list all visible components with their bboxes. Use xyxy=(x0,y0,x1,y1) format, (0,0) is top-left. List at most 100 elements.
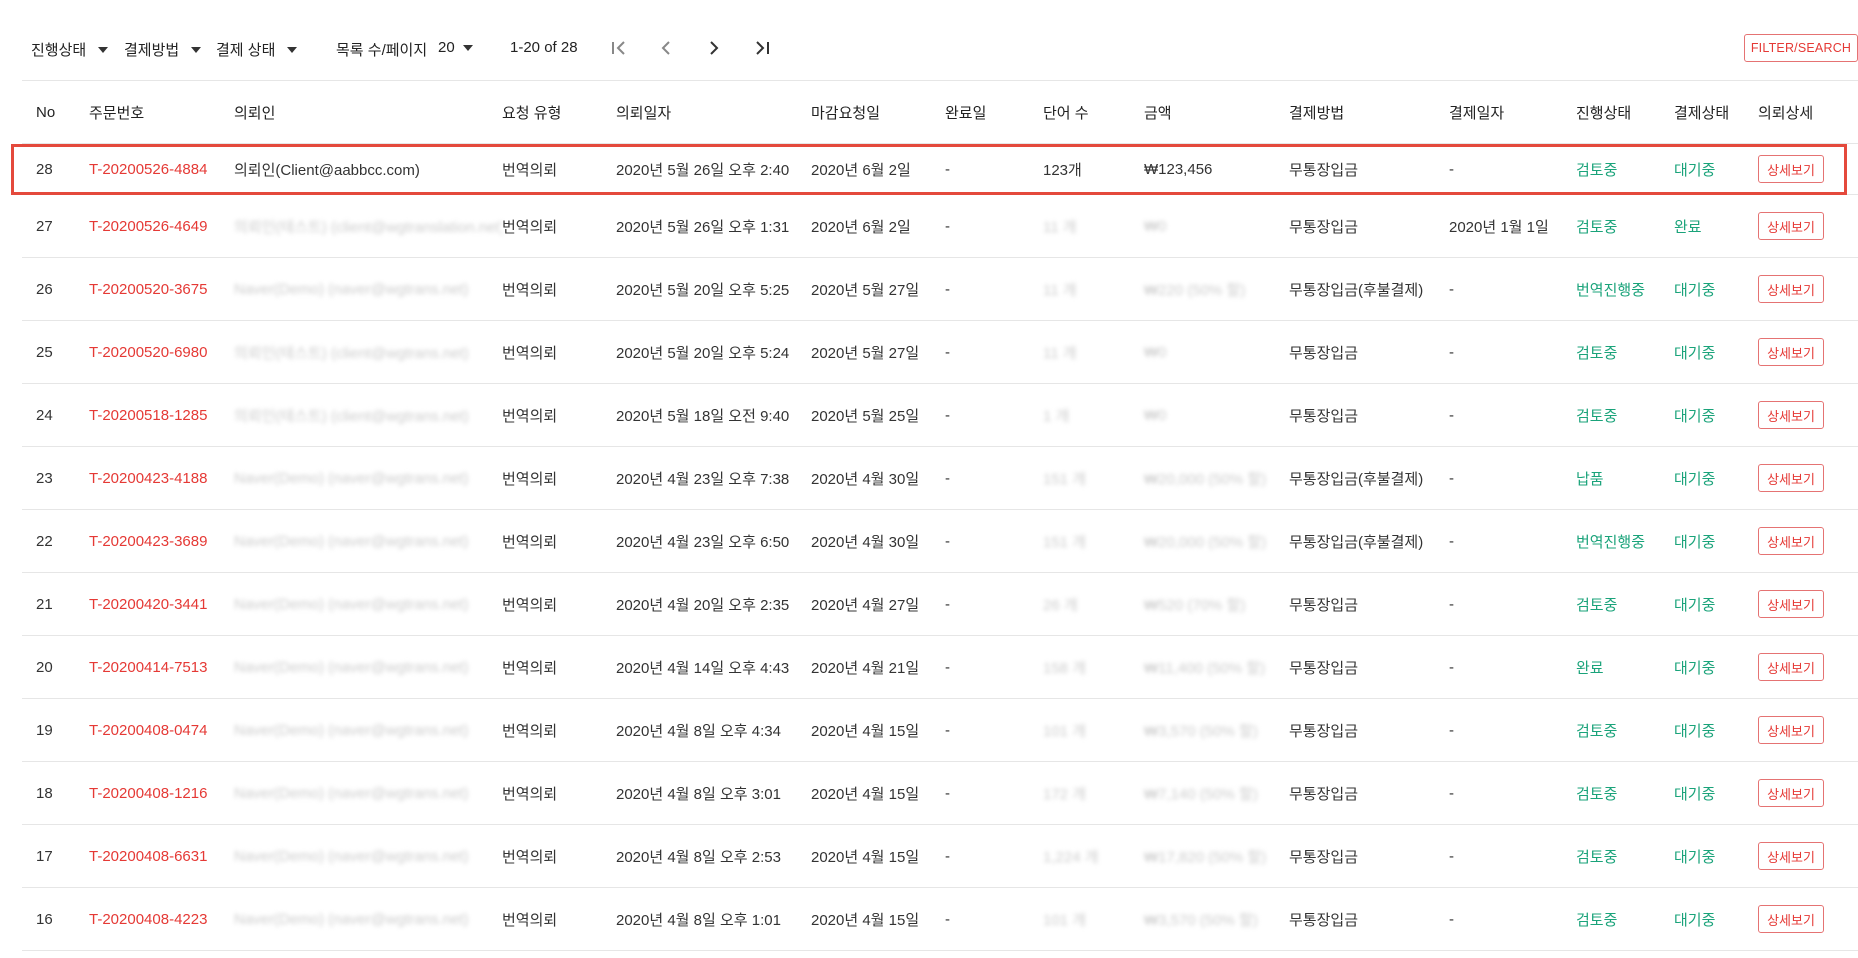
table-row[interactable]: 22 T-20200423-3689 Naver(Demo) (naver@wgtr… xyxy=(22,509,1858,573)
completed-date: - xyxy=(945,761,1043,825)
word-count: 151 개 xyxy=(1043,446,1144,510)
amount: ₩123,456 xyxy=(1144,143,1289,195)
deadline-date: 2020년 6월 2일 xyxy=(811,194,945,258)
client-name: Naver(Demo) (naver@wgtrans.net) xyxy=(234,572,502,636)
view-detail-button[interactable]: 상세보기 xyxy=(1758,338,1824,366)
deadline-date: 2020년 5월 27일 xyxy=(811,320,945,384)
view-detail-button[interactable]: 상세보기 xyxy=(1758,155,1824,183)
request-date: 2020년 4월 8일 오후 2:53 xyxy=(616,824,811,888)
request-type: 번역의뢰 xyxy=(502,446,616,510)
order-number[interactable]: T-20200420-3441 xyxy=(89,572,234,636)
view-detail-button[interactable]: 상세보기 xyxy=(1758,401,1824,429)
request-type: 번역의뢰 xyxy=(502,698,616,762)
row-no: 20 xyxy=(22,635,89,699)
header-payment-status: 결제상태 xyxy=(1674,80,1758,144)
view-detail-button[interactable]: 상세보기 xyxy=(1758,716,1824,744)
payment-date: - xyxy=(1449,572,1576,636)
view-detail-button[interactable]: 상세보기 xyxy=(1758,527,1824,555)
client-name: 의뢰인(테스트) (client@wgtranslation.net) xyxy=(234,194,502,258)
deadline-date: 2020년 6월 2일 xyxy=(811,143,945,195)
table-row[interactable]: 24 T-20200518-1285 의뢰인(테스트) (client@wgtran… xyxy=(22,383,1858,447)
request-type: 번역의뢰 xyxy=(502,824,616,888)
order-number[interactable]: T-20200408-4223 xyxy=(89,887,234,951)
pagination-range: 1-20 of 28 xyxy=(510,39,578,56)
view-detail-button[interactable]: 상세보기 xyxy=(1758,275,1824,303)
order-number[interactable]: T-20200423-3689 xyxy=(89,509,234,573)
amount: ₩20,000 (50% 할) xyxy=(1144,509,1289,573)
payment-method: 무통장입금 xyxy=(1289,635,1449,699)
request-date: 2020년 4월 14일 오후 4:43 xyxy=(616,635,811,699)
payment-status: 대기중 xyxy=(1674,887,1758,951)
payment-date: - xyxy=(1449,143,1576,195)
order-number[interactable]: T-20200526-4884 xyxy=(89,143,234,195)
payment-method: 무통장입금 xyxy=(1289,383,1449,447)
payment-method-filter[interactable]: 결제방법 xyxy=(124,39,202,60)
progress-status-filter[interactable]: 진행상태 xyxy=(31,39,109,60)
table-row[interactable]: 18 T-20200408-1216 Naver(Demo) (naver@wgtr… xyxy=(22,761,1858,825)
order-number[interactable]: T-20200518-1285 xyxy=(89,383,234,447)
request-detail-cell: 상세보기 xyxy=(1758,698,1858,762)
order-number[interactable]: T-20200408-0474 xyxy=(89,698,234,762)
amount: ₩220 (50% 할) xyxy=(1144,257,1289,321)
table-row[interactable]: 17 T-20200408-6631 Naver(Demo) (naver@wgtr… xyxy=(22,824,1858,888)
view-detail-button[interactable]: 상세보기 xyxy=(1758,464,1824,492)
client-name: Naver(Demo) (naver@wgtrans.net) xyxy=(234,509,502,573)
order-number[interactable]: T-20200520-6980 xyxy=(89,320,234,384)
request-date: 2020년 5월 20일 오후 5:24 xyxy=(616,320,811,384)
filter-search-button[interactable]: FILTER/SEARCH xyxy=(1744,34,1858,62)
request-type: 번역의뢰 xyxy=(502,887,616,951)
table-row[interactable]: 27 T-20200526-4649 의뢰인(테스트) (client@wgtran… xyxy=(22,194,1858,258)
request-type: 번역의뢰 xyxy=(502,635,616,699)
previous-page-icon[interactable] xyxy=(654,36,678,60)
toolbar: 진행상태 결제방법 결제 상태 목록 수/페이지 20 1-20 of 28 F… xyxy=(0,0,1858,80)
page-size-select[interactable]: 20 xyxy=(438,39,473,56)
table-row[interactable]: 23 T-20200423-4188 Naver(Demo) (naver@wgtr… xyxy=(22,446,1858,510)
payment-date: - xyxy=(1449,257,1576,321)
table-row[interactable]: 16 T-20200408-4223 Naver(Demo) (naver@wgtr… xyxy=(22,887,1858,951)
payment-status-filter[interactable]: 결제 상태 xyxy=(216,39,298,60)
client-name: Naver(Demo) (naver@wgtrans.net) xyxy=(234,635,502,699)
progress-status-filter-label: 진행상태 xyxy=(31,42,87,59)
last-page-icon[interactable] xyxy=(750,36,774,60)
order-number[interactable]: T-20200520-3675 xyxy=(89,257,234,321)
request-type: 번역의뢰 xyxy=(502,383,616,447)
progress-status: 검토중 xyxy=(1576,320,1674,384)
row-no: 28 xyxy=(22,143,89,195)
request-date: 2020년 4월 23일 오후 7:38 xyxy=(616,446,811,510)
view-detail-button[interactable]: 상세보기 xyxy=(1758,779,1824,807)
next-page-icon[interactable] xyxy=(702,36,726,60)
word-count: 151 개 xyxy=(1043,509,1144,573)
payment-status-filter-label: 결제 상태 xyxy=(216,42,276,59)
table-header-row: No 주문번호 의뢰인 요청 유형 의뢰일자 마감요청일 완료일 단어 수 금액 결제방법 결제일자… xyxy=(22,80,1858,144)
completed-date: - xyxy=(945,509,1043,573)
order-number[interactable]: T-20200423-4188 xyxy=(89,446,234,510)
order-number[interactable]: T-20200408-1216 xyxy=(89,761,234,825)
header-request-detail: 의뢰상세 xyxy=(1758,80,1858,144)
table-row[interactable]: 28 T-20200526-4884 의뢰인(Client@aabbcc.com) 번… xyxy=(22,143,1858,195)
table-row[interactable]: 26 T-20200520-3675 Naver(Demo) (naver@wgtr… xyxy=(22,257,1858,321)
amount: ₩0 xyxy=(1144,320,1289,384)
deadline-date: 2020년 4월 21일 xyxy=(811,635,945,699)
view-detail-button[interactable]: 상세보기 xyxy=(1758,212,1824,240)
table-row[interactable]: 20 T-20200414-7513 Naver(Demo) (naver@wgtr… xyxy=(22,635,1858,699)
table-row[interactable]: 21 T-20200420-3441 Naver(Demo) (naver@wgtr… xyxy=(22,572,1858,636)
payment-date: - xyxy=(1449,698,1576,762)
word-count: 1 개 xyxy=(1043,383,1144,447)
view-detail-button[interactable]: 상세보기 xyxy=(1758,905,1824,933)
amount: ₩520 (70% 할) xyxy=(1144,572,1289,636)
deadline-date: 2020년 4월 30일 xyxy=(811,446,945,510)
order-number[interactable]: T-20200526-4649 xyxy=(89,194,234,258)
payment-method: 무통장입금(후불결제) xyxy=(1289,257,1449,321)
table-row[interactable]: 19 T-20200408-0474 Naver(Demo) (naver@wgtr… xyxy=(22,698,1858,762)
request-detail-cell: 상세보기 xyxy=(1758,320,1858,384)
order-number[interactable]: T-20200414-7513 xyxy=(89,635,234,699)
view-detail-button[interactable]: 상세보기 xyxy=(1758,653,1824,681)
first-page-icon[interactable] xyxy=(607,36,631,60)
view-detail-button[interactable]: 상세보기 xyxy=(1758,842,1824,870)
word-count: 101 개 xyxy=(1043,698,1144,762)
view-detail-button[interactable]: 상세보기 xyxy=(1758,590,1824,618)
payment-date: 2020년 1월 1일 xyxy=(1449,194,1576,258)
table-row[interactable]: 25 T-20200520-6980 의뢰인(테스트) (client@wgtran… xyxy=(22,320,1858,384)
amount: ₩20,000 (50% 할) xyxy=(1144,446,1289,510)
order-number[interactable]: T-20200408-6631 xyxy=(89,824,234,888)
